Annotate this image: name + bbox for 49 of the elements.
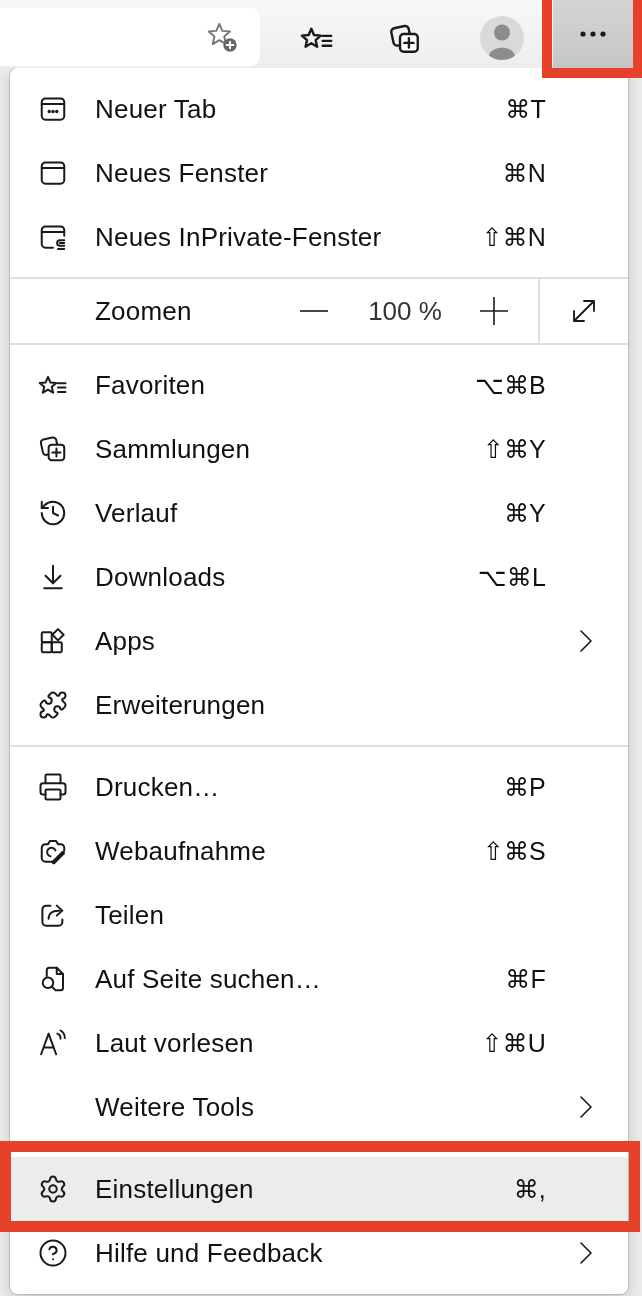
keyboard-shortcut: ⇧⌘U bbox=[481, 1028, 546, 1058]
menu-item[interactable]: Neues InPrivate-Fenster ⇧⌘N bbox=[10, 205, 628, 269]
apps-icon bbox=[38, 626, 68, 656]
menu-item[interactable]: Hilfe und Feedback bbox=[10, 1221, 628, 1285]
menu-item[interactable]: Laut vorlesen ⇧⌘U bbox=[10, 1011, 628, 1075]
printer-icon bbox=[38, 772, 68, 802]
keyboard-shortcut: ⌘N bbox=[502, 158, 546, 188]
zoom-value: 100 % bbox=[367, 295, 443, 327]
menu-item[interactable]: Sammlungen ⇧⌘Y bbox=[10, 417, 628, 481]
private-window-icon bbox=[38, 222, 68, 252]
menu-item[interactable]: Einstellungen ⌘, bbox=[10, 1157, 628, 1221]
keyboard-shortcut: ⇧⌘N bbox=[481, 222, 546, 252]
keyboard-shortcut: ⌘, bbox=[513, 1174, 546, 1204]
menu-item[interactable]: Webaufnahme ⇧⌘S bbox=[10, 819, 628, 883]
menu-item[interactable]: Neues Fenster ⌘N bbox=[10, 141, 628, 205]
tab-icon bbox=[38, 94, 68, 124]
menu-item[interactable]: Downloads ⌥⌘L bbox=[10, 545, 628, 609]
menu-item[interactable]: Weitere Tools bbox=[10, 1075, 628, 1139]
keyboard-shortcut: ⌘T bbox=[505, 94, 546, 124]
menu-item[interactable]: Erweiterungen bbox=[10, 673, 628, 737]
ellipsis-icon bbox=[580, 31, 606, 37]
menu-item[interactable]: Neuer Tab ⌘T bbox=[10, 77, 628, 141]
settings-icon bbox=[38, 1174, 68, 1204]
address-field[interactable] bbox=[0, 8, 260, 66]
help-icon bbox=[38, 1238, 68, 1268]
collections-icon[interactable] bbox=[388, 22, 422, 56]
collections-icon bbox=[38, 434, 68, 464]
history-icon bbox=[38, 498, 68, 528]
keyboard-shortcut: ⌘P bbox=[503, 772, 546, 802]
keyboard-shortcut: ⌥⌘L bbox=[477, 562, 546, 592]
read-aloud-icon bbox=[38, 1028, 68, 1058]
menu-item[interactable]: Favoriten ⌥⌘B bbox=[10, 353, 628, 417]
puzzle-icon bbox=[38, 690, 68, 720]
zoom-label: Zoomen bbox=[95, 295, 193, 327]
keyboard-shortcut: ⇧⌘S bbox=[482, 836, 546, 866]
menu-item[interactable]: Auf Seite suchen… ⌘F bbox=[10, 947, 628, 1011]
minus-icon bbox=[300, 310, 328, 312]
menu-item[interactable]: Drucken… ⌘P bbox=[10, 755, 628, 819]
window-icon bbox=[38, 158, 68, 188]
menu-item[interactable]: Teilen bbox=[10, 883, 628, 947]
keyboard-shortcut: ⌘Y bbox=[503, 498, 546, 528]
menu-item[interactable]: Apps bbox=[10, 609, 628, 673]
menu-item[interactable]: Verlauf ⌘Y bbox=[10, 481, 628, 545]
plus-icon bbox=[480, 297, 508, 325]
avatar-icon[interactable] bbox=[480, 16, 524, 60]
keyboard-shortcut: ⌥⌘B bbox=[474, 370, 546, 400]
keyboard-shortcut: ⇧⌘Y bbox=[482, 434, 546, 464]
keyboard-shortcut: ⌘F bbox=[505, 964, 546, 994]
star-plus-icon[interactable] bbox=[206, 21, 238, 53]
